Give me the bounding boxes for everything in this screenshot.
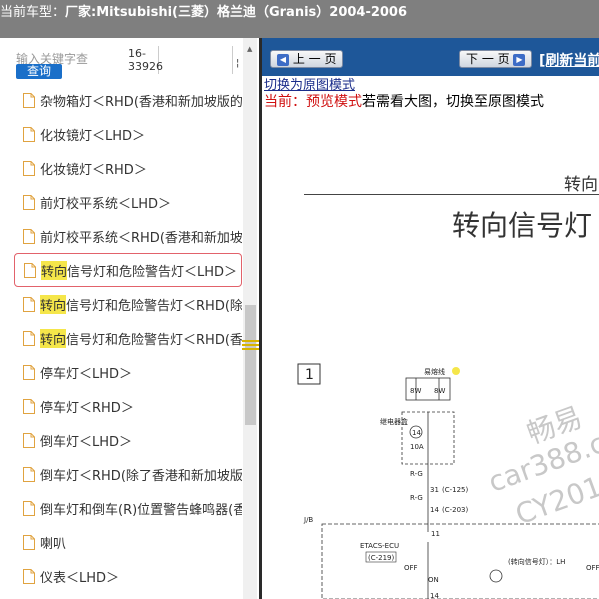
document-icon	[23, 160, 35, 176]
document-icon	[23, 364, 35, 380]
scroll-up-icon[interactable]: ▲	[247, 45, 252, 53]
preview-mode-hint: 若需看大图，切换至原图模式	[362, 94, 544, 110]
refresh-link[interactable]: [刷新当前	[539, 50, 599, 70]
etacs-label: ETACS-ECU	[360, 542, 399, 550]
list-item[interactable]: 喇叭	[14, 525, 242, 559]
model-header-label: 当前车型：	[0, 5, 66, 20]
document-icon	[23, 296, 35, 312]
wire-color-b: R-G	[410, 494, 423, 502]
list-item-label: 停车灯＜LHD＞	[40, 366, 133, 382]
list-item-label: 停车灯＜RHD＞	[40, 400, 134, 416]
document-icon	[23, 568, 35, 584]
app-window: 当前车型：厂家:Mitsubishi(三菱）格兰迪（Granis）2004-20…	[0, 0, 599, 599]
relay-box-label: 继电器盒	[380, 417, 408, 426]
list-item[interactable]: 化妆镜灯＜LHD＞	[14, 117, 242, 151]
list-item-label: 仪表＜LHD＞	[40, 570, 120, 586]
list-item[interactable]: 倒车灯和倒车(R)位置警告蜂鸣器(香	[14, 491, 242, 525]
more-indicator: ¦	[236, 58, 240, 69]
search-button[interactable]: 查询	[16, 64, 62, 79]
document-icon	[23, 92, 35, 108]
list-item[interactable]: 仪表＜LHD＞	[14, 559, 242, 593]
list-item[interactable]: 倒车灯＜RHD(除了香港和新加坡版	[14, 457, 242, 491]
list-item[interactable]: 前灯校平系统＜LHD＞	[14, 185, 242, 219]
search-highlight: 转向	[41, 260, 68, 280]
list-item[interactable]: 转向 信号灯和危险警告灯＜RHD(除	[14, 287, 242, 321]
pin-11-label: 11	[431, 530, 440, 538]
document-icon	[23, 432, 35, 448]
list-item-label: 喇叭	[40, 536, 67, 552]
document-list: 杂物箱灯＜RHD(香港和新加坡版的) 化妆镜灯＜LHD＞ 化妆镜灯＜RHD＞ 前灯校平…	[14, 83, 242, 593]
document-icon	[23, 398, 35, 414]
column-divider	[232, 46, 233, 74]
connector-a: (C-125)	[442, 486, 469, 494]
list-item-label: 杂物箱灯＜RHD(香港和新加坡版的)	[40, 94, 242, 110]
list-item[interactable]: 停车灯＜RHD＞	[14, 389, 242, 423]
document-code: 16-33926	[128, 47, 163, 73]
list-item-label: 化妆镜灯＜LHD＞	[40, 128, 146, 144]
document-icon	[23, 126, 35, 142]
lamp-label: (转向信号灯）：LH	[508, 557, 565, 566]
next-page-label: 下 一 页	[466, 52, 510, 66]
diagram-number: 1	[305, 367, 314, 383]
document-icon	[23, 534, 35, 550]
prev-page-button[interactable]: ◀ 上 一 页	[270, 50, 344, 68]
pin-14-label: 14	[430, 592, 439, 599]
next-page-button[interactable]: 下 一 页 ▶	[459, 50, 533, 68]
connector-a-pin: 31	[430, 486, 439, 494]
list-item[interactable]: 前灯校平系统＜RHD(香港和新加坡	[14, 219, 242, 253]
list-item-label: 信号灯和危险警告灯＜RHD(除	[66, 298, 242, 314]
preview-mode-label: 当前：预览模式	[264, 94, 362, 110]
scrollbar-thumb[interactable]	[245, 305, 256, 425]
wiring-diagram: 1 易熔线 8W 8W 继电器盒 14 10A R-G 31 (C-125) R…	[297, 363, 599, 599]
model-header: 当前车型：厂家:Mitsubishi(三菱）格兰迪（Granis）2004-20…	[0, 0, 599, 38]
document-icon	[23, 500, 35, 516]
document-icon	[24, 262, 36, 278]
fuse-rating-b: 8W	[434, 387, 445, 395]
list-item-label: 前灯校平系统＜LHD＞	[40, 196, 172, 212]
model-name: 厂家:Mitsubishi(三菱）格兰迪（Granis）2004-2006	[65, 5, 408, 20]
prev-page-label: 上 一 页	[292, 52, 337, 66]
fuse-link-label: 易熔线	[424, 367, 445, 376]
fuse-rating-a: 8W	[410, 387, 421, 395]
splitter-grip-icon[interactable]	[242, 338, 259, 352]
list-item-label: 信号灯和危险警告灯＜LHD＞	[67, 264, 238, 280]
connector-b-pin: 14	[430, 506, 439, 514]
list-item[interactable]: 倒车灯＜LHD＞	[14, 423, 242, 457]
switch-off-right-label: OFF	[586, 564, 599, 572]
list-item[interactable]: 转向 信号灯和危险警告灯＜RHD(香	[14, 321, 242, 355]
fuse-number: 14	[412, 429, 421, 437]
viewer-toolbar: ◀ 上 一 页 下 一 页 ▶ [刷新当前	[262, 38, 599, 76]
list-item-label: 前灯校平系统＜RHD(香港和新加坡	[40, 230, 242, 246]
connector-c: (C-219)	[368, 554, 395, 562]
list-item[interactable]: 停车灯＜LHD＞	[14, 355, 242, 389]
list-item[interactable]: 化妆镜灯＜RHD＞	[14, 151, 242, 185]
document-icon	[23, 228, 35, 244]
search-highlight: 转向	[40, 328, 67, 348]
wire-color-a: R-G	[410, 470, 423, 478]
wiring-diagram-page: 转向 转向信号灯 1 易熔线 8W 8W 继电器盒 14 10A R-G 31 …	[264, 112, 599, 599]
arrow-left-icon: ◀	[277, 53, 289, 66]
document-icon	[23, 330, 35, 346]
junction-block-label: J/B	[303, 516, 313, 524]
document-icon	[23, 194, 35, 210]
list-item-label: 倒车灯＜RHD(除了香港和新加坡版	[40, 468, 242, 484]
switch-off-label: OFF	[404, 564, 418, 572]
list-item-label: 倒车灯＜LHD＞	[40, 434, 133, 450]
list-item-label: 倒车灯和倒车(R)位置警告蜂鸣器(香	[40, 502, 242, 518]
document-icon	[23, 466, 35, 482]
left-panel: 输入关键字查 查询 16-33926 ¦ 杂物箱灯＜RHD(香港和新加坡版的) 化…	[0, 38, 259, 599]
list-item[interactable]: 杂物箱灯＜RHD(香港和新加坡版的)	[14, 83, 242, 117]
connector-b: (C-203)	[442, 506, 469, 514]
list-item-label: 化妆镜灯＜RHD＞	[40, 162, 147, 178]
list-item[interactable]: 转向 信号灯和危险警告灯＜LHD＞	[14, 253, 242, 287]
list-item-label: 信号灯和危险警告灯＜RHD(香	[66, 332, 242, 348]
viewer-panel: ◀ 上 一 页 下 一 页 ▶ [刷新当前 切换为原图模式 当前：预览模式若需看…	[259, 38, 599, 599]
fuse-amperage: 10A	[410, 443, 424, 451]
switch-on-label: ON	[428, 576, 439, 584]
search-highlight: 转向	[40, 294, 67, 314]
arrow-right-icon: ▶	[513, 53, 526, 66]
preview-mode-notice: 当前：预览模式若需看大图，切换至原图模式	[264, 91, 544, 111]
